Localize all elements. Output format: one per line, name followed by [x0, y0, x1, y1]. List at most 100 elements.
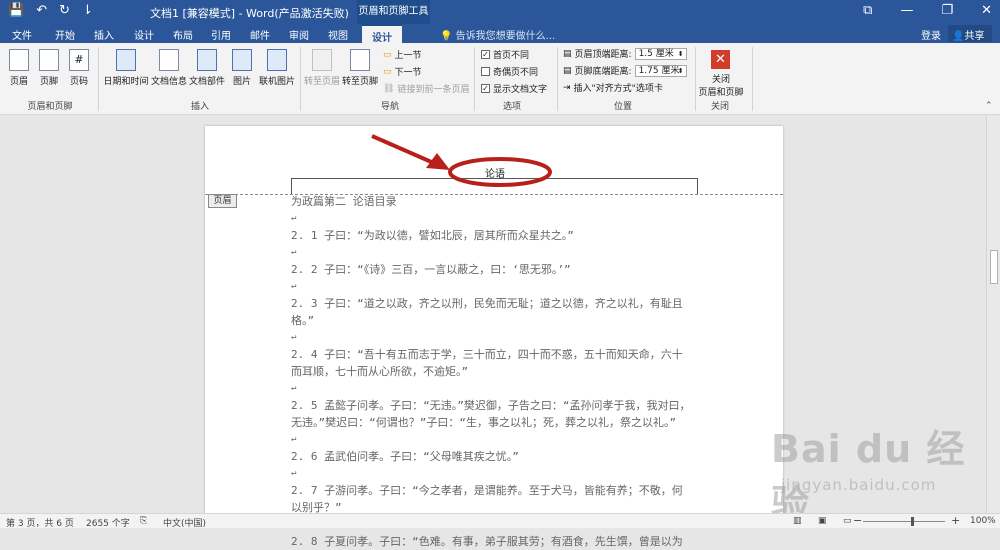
- tab-layout[interactable]: 布局: [173, 27, 193, 42]
- link-icon: ⛓: [383, 83, 395, 94]
- picture-button[interactable]: 图片: [229, 49, 255, 87]
- header-top-distance: ▤ 页眉顶端距离: 1.5 厘米 ⬍: [563, 47, 687, 60]
- body-line: 2. 4 子曰：“吾十有五而志于学，三十而立，四十而不惑，五十而知天命，六十: [291, 348, 683, 361]
- doc-info-button[interactable]: 文档信息: [150, 49, 188, 87]
- undo-icon[interactable]: ↶: [36, 3, 47, 18]
- tab-review[interactable]: 审阅: [289, 27, 309, 42]
- body-line: 格。”: [291, 314, 315, 327]
- group-label-position: 位置: [613, 102, 632, 112]
- proofing-icon[interactable]: ⎘: [140, 516, 147, 526]
- zoom-out-icon[interactable]: −: [853, 514, 862, 527]
- share-button[interactable]: 👤共享: [948, 25, 992, 42]
- share-label: 共享: [964, 31, 985, 42]
- different-first-page-checkbox[interactable]: ✓ 首页不同: [481, 48, 529, 61]
- person-icon: 👤: [952, 31, 965, 42]
- zoom-in-icon[interactable]: +: [951, 514, 960, 527]
- online-picture-button[interactable]: 联机图片: [257, 49, 297, 87]
- vertical-scrollbar[interactable]: [986, 116, 1000, 513]
- date-time-button[interactable]: 日期和时间: [102, 49, 150, 87]
- body-line: 无违。”樊迟曰：“何谓也？”子曰：“生，事之以礼；死，葬之以礼，祭之以礼。”: [291, 416, 677, 429]
- collapse-ribbon-icon[interactable]: ⌃: [985, 101, 993, 111]
- status-bar: 第 3 页，共 6 页 2655 个字 ⎘ 中文(中国) ▥ ▣ ▭ − + 1…: [0, 513, 1000, 529]
- group-separator: [474, 47, 475, 111]
- tab-view[interactable]: 视图: [328, 27, 348, 42]
- header-button[interactable]: 页眉: [6, 49, 32, 87]
- tell-me-text: 告诉我您想要做什么...: [455, 31, 556, 42]
- group-separator: [98, 47, 99, 111]
- quick-parts-button[interactable]: 文档部件: [188, 49, 226, 87]
- close-window-icon[interactable]: ✕: [981, 3, 992, 18]
- goto-footer-button[interactable]: 转至页脚: [341, 49, 379, 87]
- redo-icon[interactable]: ↻: [59, 3, 70, 18]
- read-mode-icon[interactable]: ▥: [793, 516, 802, 526]
- checkbox-checked: ✓: [481, 50, 490, 59]
- save-icon[interactable]: 💾: [8, 3, 24, 18]
- web-layout-icon[interactable]: ▭: [843, 516, 852, 526]
- group-label-insert: 插入: [190, 102, 209, 112]
- document-body[interactable]: 为政篇第二 论语目录 ↵ 2. 1 子曰：“为政以德，譬如北辰，居其所而众星共之…: [291, 193, 731, 550]
- goto-header-label: 转至页眉: [303, 77, 340, 87]
- spinner-icon[interactable]: ⬍: [678, 49, 684, 60]
- minimize-icon[interactable]: —: [900, 3, 913, 18]
- print-layout-icon[interactable]: ▣: [818, 516, 827, 526]
- tab-references[interactable]: 引用: [211, 27, 231, 42]
- previous-section-button[interactable]: ▭ 上一节: [383, 48, 422, 62]
- tab-insert[interactable]: 插入: [94, 27, 114, 42]
- ribbon-display-options-icon[interactable]: ⧉: [863, 3, 872, 18]
- footer-bottom-distance-input[interactable]: 1.75 厘米 ⬍: [634, 64, 687, 77]
- header-position-icon: ▤: [563, 48, 572, 59]
- tab-header-footer-design[interactable]: 设计: [362, 24, 402, 44]
- sign-in-link[interactable]: 登录: [921, 27, 941, 42]
- footer-bottom-distance-value: 1.75 厘米: [638, 65, 680, 76]
- group-label-navigation: 导航: [380, 102, 399, 112]
- group-label-close: 关闭: [710, 102, 729, 112]
- paragraph-mark: ↵: [291, 332, 297, 342]
- goto-footer-icon: [350, 49, 370, 71]
- zoom-slider[interactable]: [863, 521, 945, 522]
- tab-design[interactable]: 设计: [134, 27, 154, 42]
- page-count[interactable]: 第 3 页，共 6 页: [6, 516, 74, 529]
- paragraph-mark: ↵: [291, 434, 297, 444]
- footer-button[interactable]: 页脚: [36, 49, 62, 87]
- close-header-footer-button[interactable]: 关闭 页眉和页脚: [696, 72, 746, 98]
- footer-icon: [39, 49, 59, 71]
- next-section-button[interactable]: ▭ 下一节: [383, 65, 422, 79]
- tab-mailings[interactable]: 邮件: [250, 27, 270, 42]
- header-top-distance-input[interactable]: 1.5 厘米 ⬍: [634, 47, 687, 60]
- show-document-text-label: 显示文档文字: [493, 85, 548, 95]
- quick-parts-label: 文档部件: [188, 77, 225, 87]
- group-separator: [300, 47, 301, 111]
- footer-bottom-distance: ▤ 页脚底端距离: 1.75 厘米 ⬍: [563, 64, 687, 77]
- language[interactable]: 中文(中国): [163, 516, 206, 529]
- different-odd-even-checkbox[interactable]: 奇偶页不同: [481, 65, 538, 78]
- context-tab-label: 页眉和页脚工具: [357, 0, 430, 24]
- date-time-label: 日期和时间: [103, 77, 149, 87]
- word-count[interactable]: 2655 个字: [86, 516, 130, 529]
- body-line: 2. 8 子夏问孝。子曰：“色难。有事，弟子服其劳；有酒食，先生馔，曾是以为: [291, 535, 683, 548]
- link-to-previous-button[interactable]: ⛓ 链接到前一条页眉: [383, 82, 469, 96]
- page-number-button[interactable]: # 页码: [66, 49, 92, 87]
- restore-icon[interactable]: ❐: [941, 3, 953, 18]
- tab-file[interactable]: 文件: [12, 27, 32, 42]
- show-document-text-checkbox[interactable]: ✓ 显示文档文字: [481, 82, 547, 95]
- checkbox-checked: ✓: [481, 84, 490, 93]
- tell-me-box[interactable]: 💡 告诉我您想要做什么...: [440, 27, 555, 42]
- header-top-distance-label: 页眉顶端距离:: [574, 50, 632, 60]
- zoom-slider-thumb[interactable]: [911, 517, 914, 526]
- spinner-icon[interactable]: ⬍: [678, 66, 684, 77]
- zoom-level[interactable]: 100%: [970, 516, 996, 526]
- arrow-up-icon: ▭: [383, 49, 392, 60]
- picture-label: 图片: [232, 77, 251, 87]
- goto-header-button[interactable]: 转至页眉: [303, 49, 341, 87]
- quick-parts-icon: [197, 49, 217, 71]
- tab-home[interactable]: 开始: [55, 27, 75, 42]
- scrollbar-thumb[interactable]: [990, 250, 998, 284]
- header-icon: [9, 49, 29, 71]
- body-line: 为政篇第二 论语目录: [291, 195, 397, 208]
- online-picture-label: 联机图片: [258, 77, 295, 87]
- watermark-url: jingyan.baidu.com: [781, 476, 937, 494]
- close-header-footer-icon[interactable]: ✕: [711, 50, 730, 69]
- customize-qat-icon[interactable]: ⇂: [82, 3, 93, 18]
- insert-alignment-tab-button[interactable]: ⇥ 插入"对齐方式"选项卡: [563, 81, 663, 95]
- checkbox-unchecked: [481, 67, 490, 76]
